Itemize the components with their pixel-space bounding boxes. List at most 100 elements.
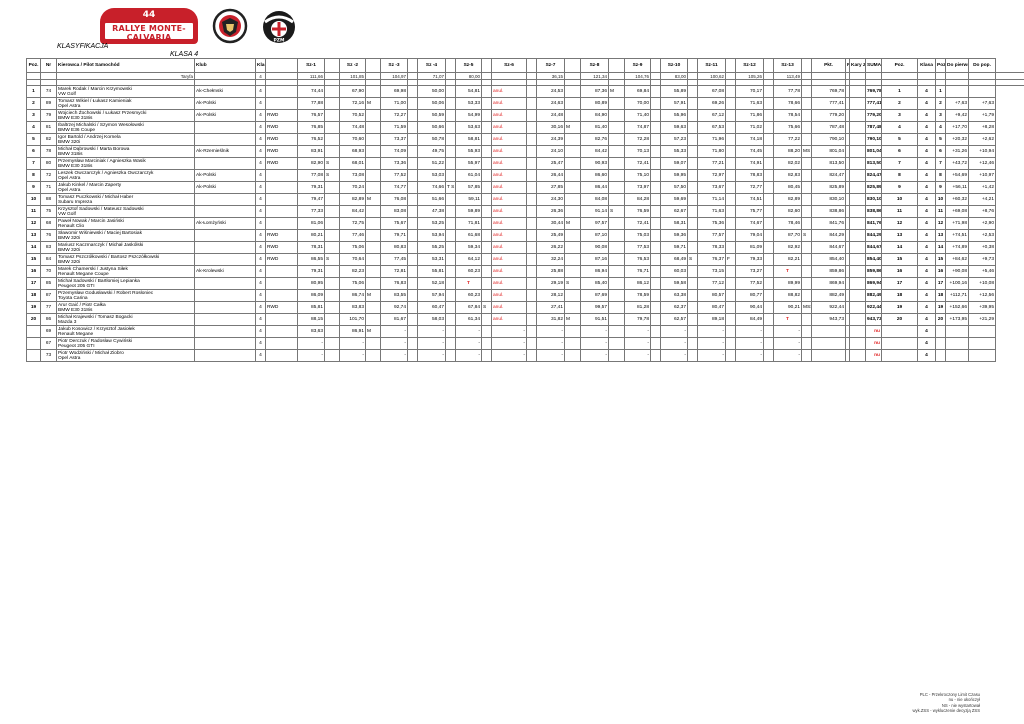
stage-mark-cell (763, 85, 774, 98)
column-header: Sz-9 (624, 58, 651, 73)
crew-cell: Piotr Wodziński / Michał Ziobro Opel Astr… (56, 349, 195, 362)
table-cell (365, 72, 381, 80)
table-row: 18 87 Przemysław Godusławski / Robert Rosł… (26, 289, 1024, 302)
stage-mark-cell (608, 313, 625, 326)
table-cell (801, 72, 812, 80)
gap-previous-cell: +1,79 (968, 109, 996, 122)
stage-mark-cell (725, 169, 736, 182)
stage-mark-cell (324, 277, 340, 290)
stage-time-cell: 76,52 (297, 133, 325, 146)
class-col-cell: 4 (917, 85, 936, 98)
position-cell: 18 (26, 289, 41, 302)
stage-mark-cell (687, 217, 698, 230)
stage-time-cell: 71,59 (380, 121, 408, 134)
stage-time-cell: 83,55 (380, 289, 408, 302)
total-cell: nu (865, 325, 882, 338)
stage-time-cell: 76,85 (297, 121, 325, 134)
stage-mark-cell (365, 145, 381, 158)
class-position-cell: 15 (935, 253, 946, 266)
start-number-cell: 72 (40, 169, 57, 182)
stage-time-cell: 73,97 (624, 181, 651, 194)
stage-mark-cell (687, 145, 698, 158)
stage-mark-cell (801, 325, 812, 338)
stage-time-cell: 76,53 (624, 253, 651, 266)
class-position-cell: 19 (935, 301, 946, 314)
drive-cell (265, 217, 298, 230)
stage-mark-cell (407, 109, 418, 122)
stage-time-cell: 58,03 (417, 313, 446, 326)
taryfa-value: 111,66 (297, 72, 325, 80)
stage-mark-cell (650, 157, 661, 170)
stage-time-cell: 84,42 (339, 205, 366, 218)
club-cell: Ak-Polski (194, 181, 256, 194)
stage-time-cell: - (773, 337, 802, 350)
class-position-cell: 1 (935, 85, 946, 98)
column-header (407, 58, 418, 73)
points-cell: 838,86 (811, 205, 846, 218)
points-cell (811, 337, 846, 350)
stage-mark-cell (801, 265, 812, 278)
gap-first-cell: +9,42 (945, 109, 969, 122)
table-row: 12 68 Paweł Nowak / Marcin Jasiński Renault… (26, 217, 1024, 230)
class-position-cell: 6 (935, 145, 946, 158)
club-cell: Ak-Łomżyński (194, 217, 256, 230)
stage-mark-cell (687, 205, 698, 218)
overall-position-cell: 14 (881, 241, 918, 254)
drive-cell (265, 289, 298, 302)
car-name: BMW 318is (58, 151, 83, 157)
club-cell (194, 133, 256, 146)
gap-first-cell: +100,16 (945, 277, 969, 290)
club-cell (194, 289, 256, 302)
stage-mark-cell (763, 253, 774, 266)
stage-time-cell: 79,33 (735, 253, 764, 266)
stage-time-cell: 63,38 (660, 289, 688, 302)
column-header: Sz-1 (297, 58, 325, 73)
column-header: Poz. (26, 58, 41, 73)
gap-previous-cell: +2,53 (968, 229, 996, 242)
overall-position-cell: 8 (881, 169, 918, 182)
stage-time-cell: 78,83 (735, 169, 764, 182)
drive-cell: RWD (265, 121, 298, 134)
stage-mark-cell (481, 217, 492, 230)
gap-previous-cell: +8,76 (968, 205, 996, 218)
club-emblem-icon (212, 8, 248, 44)
stage-mark-cell (650, 205, 661, 218)
stage-time-cell: 83,08 (380, 205, 408, 218)
column-header: Klasa (255, 58, 266, 73)
stage-mark-cell (763, 109, 774, 122)
class-col-cell: 4 (917, 133, 936, 146)
class-col-cell: 4 (917, 193, 936, 206)
table-cell (881, 72, 918, 80)
crew-cell: Tomasz Pszczółkowski / Bartosz Pszczółko… (56, 253, 195, 266)
stage-mark-cell (324, 193, 340, 206)
points-cell: 801,04 (811, 145, 846, 158)
gap-previous-cell: +4,21 (968, 193, 996, 206)
position-cell: 14 (26, 241, 41, 254)
stage-mark-cell (445, 217, 456, 230)
stage-mark-cell (650, 265, 661, 278)
stage-mark-cell (526, 109, 537, 122)
position-cell: 13 (26, 229, 41, 242)
stage-time-cell: 77,21 (697, 157, 726, 170)
stage-time-cell: 87,70 (773, 229, 802, 242)
stage-time-cell: - (491, 325, 527, 338)
stage-time-cell: - (536, 337, 565, 350)
class-cell: 4 (255, 229, 266, 242)
stage-mark-cell (564, 97, 581, 110)
stage-mark-cell (445, 169, 456, 182)
class-cell: 4 (255, 193, 266, 206)
stage-time-cell: 71,96 (697, 133, 726, 146)
stage-mark-cell (407, 253, 418, 266)
class-position-cell: 2 (935, 97, 946, 110)
stage-mark-cell (407, 157, 418, 170)
start-number-cell: 71 (40, 181, 57, 194)
points-cell: 813,50 (811, 157, 846, 170)
stage-time-cell: 77,53 (624, 241, 651, 254)
stage-mark-cell (801, 133, 812, 146)
stage-mark-cell (445, 109, 456, 122)
stage-time-cell: 50,78 (417, 133, 446, 146)
stage-time-cell: 78,46 (773, 217, 802, 230)
stage-mark-cell (608, 289, 625, 302)
drive-cell (265, 169, 298, 182)
stage-mark-cell (445, 157, 456, 170)
